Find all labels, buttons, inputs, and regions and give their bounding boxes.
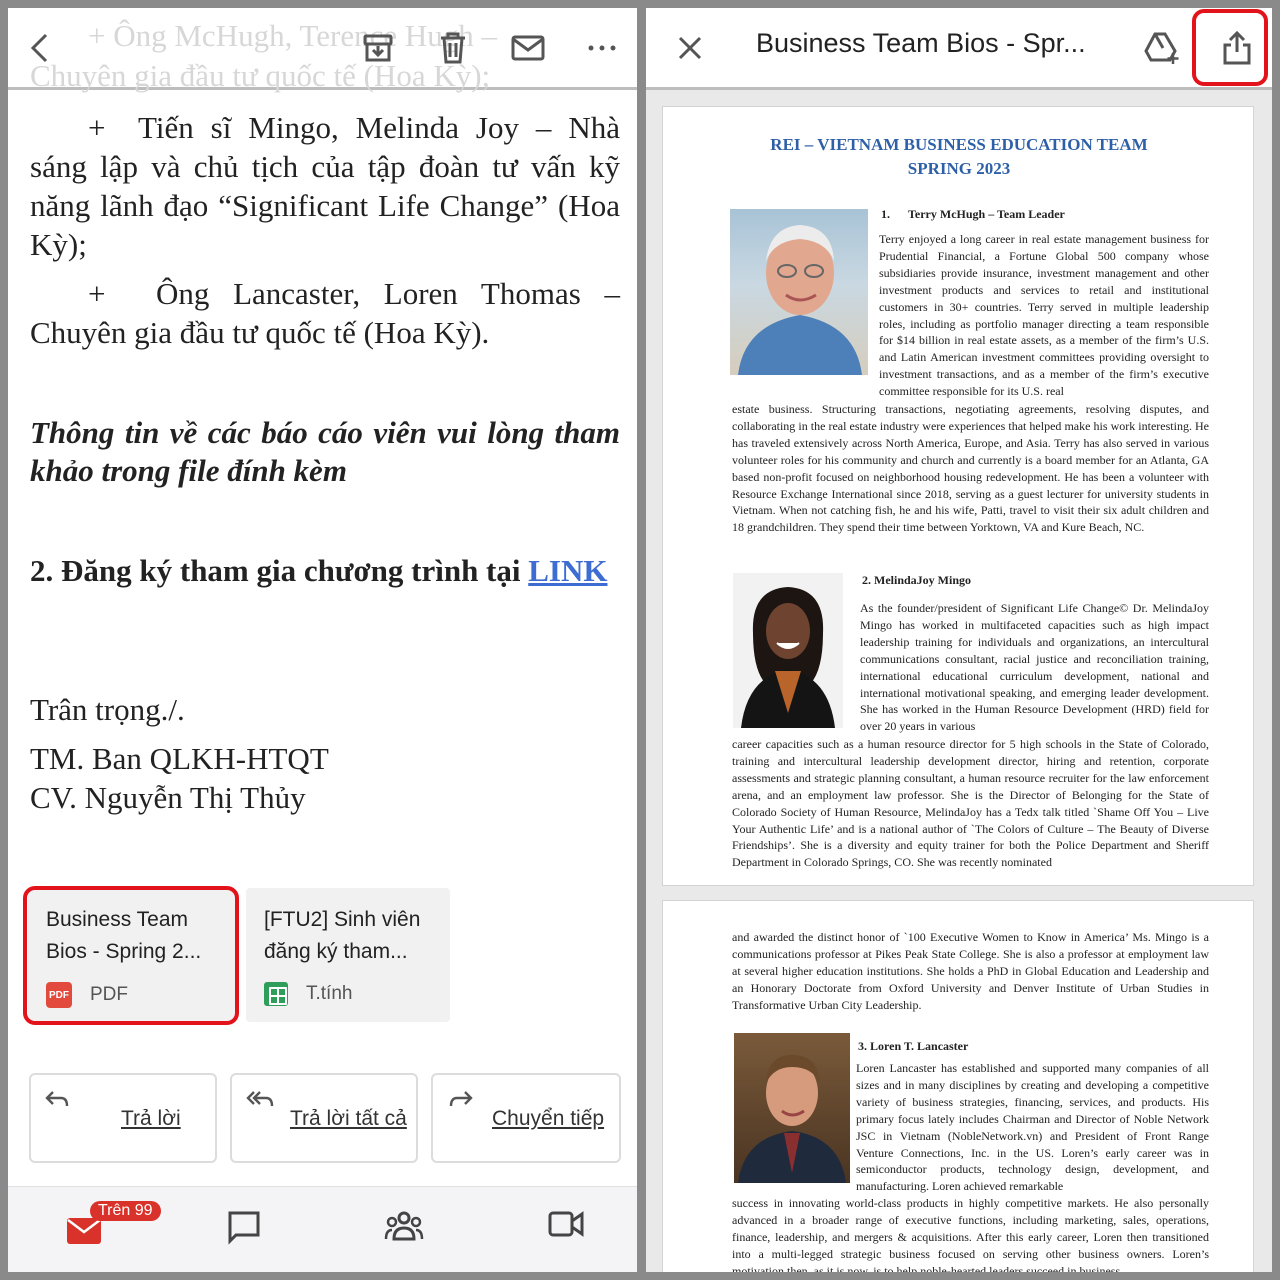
attachment-kind-label: T.tính	[306, 983, 353, 1004]
reply-all-label: Trả lời tất cả	[290, 1107, 407, 1130]
reply-button[interactable]: Trả lời	[29, 1073, 217, 1163]
bio-1-name: Terry McHugh – Team Leader	[908, 207, 1065, 221]
signature-line-1: TM. Ban QLKH-HTQT	[30, 741, 329, 776]
add-to-drive-icon[interactable]	[1142, 28, 1182, 68]
registration-text: 2. Đăng ký tham gia chương trình tại	[30, 553, 521, 588]
photo-melindajoy-mingo	[733, 573, 843, 728]
reply-icon	[45, 1091, 69, 1107]
highlight-box-share	[1192, 9, 1268, 86]
mark-unread-icon[interactable]	[508, 28, 548, 68]
doc-title: REI – VIETNAM BUSINESS EDUCATION TEAM SP…	[663, 133, 1255, 181]
registration-line: 2. Đăng ký tham gia chương trình tại LIN…	[30, 552, 620, 590]
back-icon[interactable]	[20, 28, 60, 68]
pdf-viewer-panel: Business Team Bios - Spr... REI – VIETNA…	[646, 8, 1272, 1272]
forward-icon	[449, 1091, 473, 1107]
closing-text: Trân trọng./.	[30, 692, 185, 727]
attachment-title-line: [FTU2] Sinh viên	[264, 908, 421, 931]
speaker-item-mingo: + Tiến sĩ Mingo, Melinda Joy – Nhà sáng l…	[30, 108, 620, 264]
pdf-title: Business Team Bios - Spr...	[756, 28, 1086, 58]
bio-3-text-part-1: Loren Lancaster has established and supp…	[856, 1061, 1209, 1194]
bio-2-text-part-2: career capacities such as a human resour…	[732, 737, 1209, 870]
bio-1-heading: 1. Terry McHugh – Team Leader	[881, 207, 1065, 222]
bio-2-heading: 2. MelindaJoy Mingo	[862, 573, 972, 587]
more-options-icon[interactable]	[582, 28, 622, 68]
attachment-title-line: đăng ký tham...	[264, 940, 408, 963]
delete-icon[interactable]	[433, 28, 473, 68]
bio-2-text-part-1: As the founder/president of Significant …	[860, 601, 1209, 734]
pdf-page-2: and awarded the distinct honor of `100 E…	[662, 900, 1254, 1272]
bottom-navigation: Trên 99	[8, 1186, 637, 1272]
forward-button[interactable]: Chuyển tiếp	[431, 1073, 621, 1163]
speaker-item-lancaster: + Ông Lancaster, Loren Thomas – Chuyên gi…	[30, 274, 620, 352]
attachment-note: Thông tin về các báo cáo viên vui lòng t…	[30, 415, 620, 488]
highlight-box-attachment	[23, 886, 239, 1025]
bio-1-number: 1.	[881, 207, 890, 221]
photo-terry-mchugh	[730, 209, 868, 375]
bio-2-text-part-3: and awarded the distinct honor of `100 E…	[732, 930, 1209, 1012]
pdf-page-1: REI – VIETNAM BUSINESS EDUCATION TEAM SP…	[662, 106, 1254, 886]
attachment-kind: T.tính	[264, 982, 352, 1006]
attachment-spreadsheet[interactable]: [FTU2] Sinh viên đăng ký tham... T.tính	[246, 888, 450, 1022]
mail-tab[interactable]	[66, 1217, 102, 1250]
reply-all-icon	[246, 1091, 274, 1107]
reply-label: Trả lời	[121, 1107, 181, 1130]
bio-3-heading: 3. Loren T. Lancaster	[858, 1039, 969, 1053]
unread-badge: Trên 99	[90, 1201, 161, 1221]
registration-link[interactable]: LINK	[528, 553, 607, 588]
screenshot-frame: + Ông McHugh, Terence Hugh – Chuyên gia …	[0, 0, 1280, 1280]
people-icon	[384, 1211, 424, 1241]
email-toolbar: + Ông McHugh, Terence Hugh – Chuyên gia …	[8, 8, 637, 93]
close-icon[interactable]	[670, 28, 710, 68]
mail-icon	[67, 1218, 101, 1244]
signature-line-2: CV. Nguyễn Thị Thủy	[30, 780, 306, 815]
chat-icon	[228, 1211, 260, 1245]
video-icon	[548, 1211, 584, 1237]
email-panel: + Ông McHugh, Terence Hugh – Chuyên gia …	[8, 8, 637, 1272]
photo-loren-lancaster	[734, 1033, 850, 1183]
bullet-mark: +	[88, 276, 106, 311]
pdf-toolbar: Business Team Bios - Spr...	[646, 8, 1272, 90]
attachment-title: [FTU2] Sinh viên đăng ký tham...	[264, 904, 420, 968]
speaker-mingo-text: Tiến sĩ Mingo, Melinda Joy – Nhà sáng lậ…	[30, 110, 620, 262]
spreadsheet-file-icon	[264, 982, 288, 1006]
bio-1-text-part-2: estate business. Structuring transaction…	[732, 402, 1209, 535]
bio-1-text-part-1: Terry enjoyed a long career in real esta…	[879, 232, 1209, 399]
speaker-lancaster-text: Ông Lancaster, Loren Thomas – Chuyên gia…	[30, 276, 620, 350]
bio-3-text-part-2: success in innovating world-class produc…	[732, 1196, 1209, 1272]
doc-title-line-1: REI – VIETNAM BUSINESS EDUCATION TEAM	[770, 135, 1148, 154]
doc-title-line-2: SPRING 2023	[907, 159, 1011, 178]
email-body: + Tiến sĩ Mingo, Melinda Joy – Nhà sáng l…	[30, 96, 620, 817]
forward-label: Chuyển tiếp	[492, 1107, 605, 1130]
bullet-mark: +	[88, 110, 106, 145]
spaces-tab[interactable]	[384, 1209, 424, 1248]
reply-all-button[interactable]: Trả lời tất cả	[230, 1073, 418, 1163]
archive-icon[interactable]	[358, 28, 398, 68]
chat-tab[interactable]	[226, 1209, 262, 1250]
meet-tab[interactable]	[548, 1209, 584, 1244]
